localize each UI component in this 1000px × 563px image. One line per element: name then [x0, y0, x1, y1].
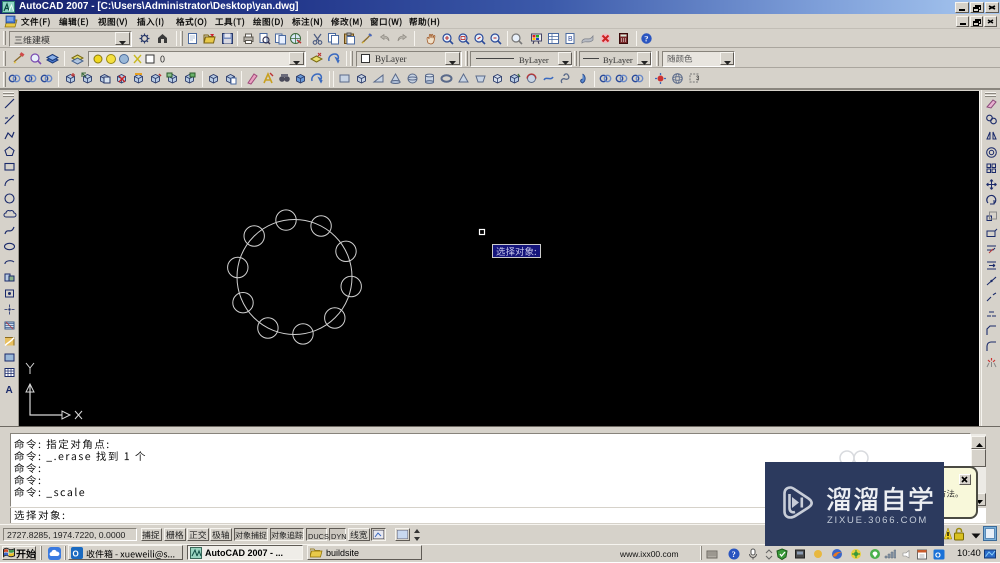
svg-text:O: O — [73, 550, 79, 559]
svg-text:?: ? — [732, 550, 736, 559]
svg-text:A: A — [6, 385, 13, 395]
svg-text:O: O — [935, 551, 941, 560]
svg-text:?: ? — [644, 34, 648, 44]
svg-text:3: 3 — [696, 76, 700, 82]
svg-text:B: B — [568, 36, 573, 43]
